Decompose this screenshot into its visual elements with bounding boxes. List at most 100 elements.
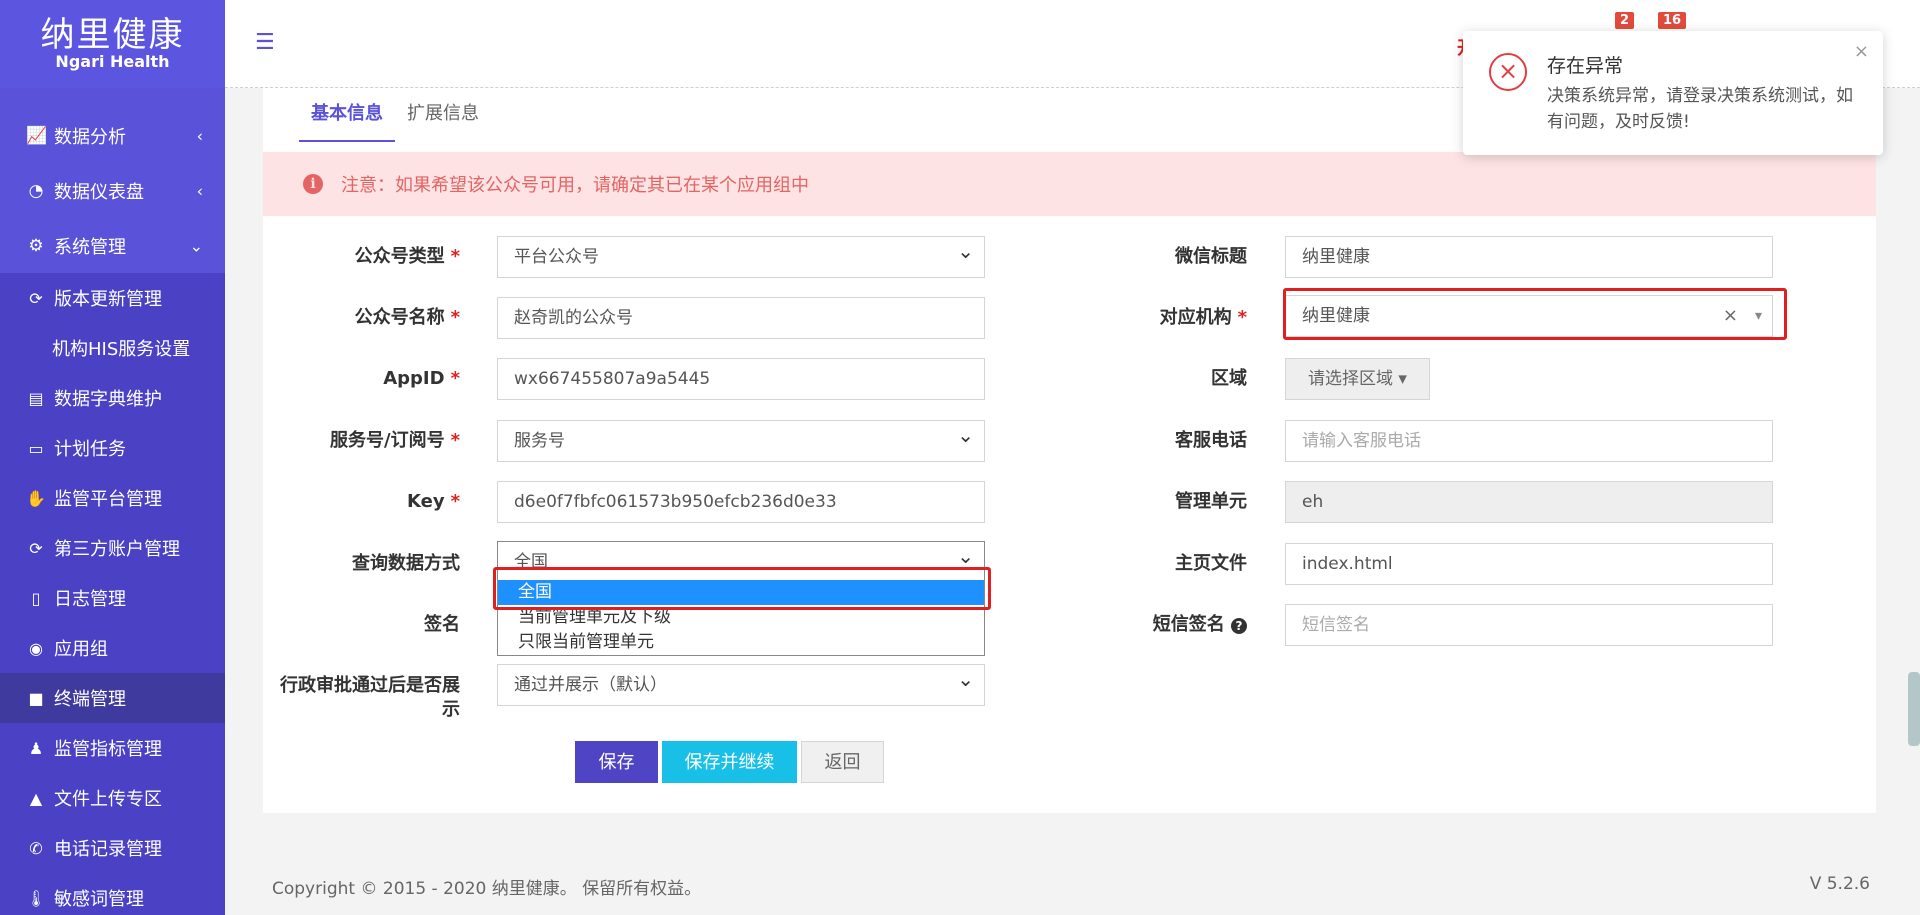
account-name-input[interactable]: 赵奇凯的公众号	[497, 297, 985, 339]
tab-basic-info[interactable]: 基本信息	[299, 102, 395, 142]
sidebar-item-data-dictionary[interactable]: ▤ 数据字典维护	[0, 373, 225, 423]
sidebar-item-label: 文件上传专区	[54, 789, 162, 810]
sidebar-item-label: 日志管理	[54, 589, 126, 610]
notification-badge[interactable]: 2	[1615, 12, 1635, 29]
approval-display-select[interactable]: 通过并展示（默认）	[497, 659, 985, 706]
toast-title: 存在异常	[1547, 55, 1624, 77]
sidebar-item-log-management[interactable]: ▯ 日志管理	[0, 573, 225, 623]
field-label: 公众号类型 *	[354, 246, 460, 267]
caret-down-icon: ▾	[1754, 308, 1762, 324]
sidebar-item-regulatory-platform[interactable]: ✋ 监管平台管理	[0, 473, 225, 523]
save-and-continue-button[interactable]: 保存并继续	[662, 741, 797, 783]
brand-name-cn: 纳里健康	[40, 15, 185, 55]
field-label: 服务号/订阅号 *	[330, 430, 460, 451]
alert-banner: i 注意：如果希望该公众号可用，请确定其已在某个应用组中	[263, 152, 1876, 216]
sidebar-item-label: 机构HIS服务设置	[52, 339, 191, 360]
sidebar-item-app-group[interactable]: ◉ 应用组	[0, 623, 225, 673]
alert-text: 注意：如果希望该公众号可用，请确定其已在某个应用组中	[341, 175, 809, 196]
menu-toggle-icon[interactable]: ☰	[255, 30, 275, 55]
organization-select[interactable]: 纳里健康 × ▾	[1285, 295, 1773, 337]
phone-icon: ✆	[29, 838, 43, 858]
brand-name-en: Ngari Health	[55, 52, 170, 71]
management-unit-input: eh	[1285, 481, 1773, 523]
dropdown-option[interactable]: 当前管理单元及下级	[498, 605, 984, 630]
field-label: 查询数据方式	[352, 553, 460, 574]
wechat-title-input[interactable]: 纳里健康	[1285, 236, 1773, 278]
sms-signature-input[interactable]: 短信签名	[1285, 604, 1773, 646]
sidebar-item-label: 数据字典维护	[54, 389, 162, 410]
sidebar-item-label: 终端管理	[54, 689, 126, 710]
sidebar-submenu: ⟳ 版本更新管理 机构HIS服务设置 ▤ 数据字典维护 ▭ 计划任务 ✋ 监管平…	[0, 273, 225, 915]
field-label: 主页文件	[1175, 553, 1247, 574]
refresh-icon: ⟳	[29, 288, 43, 308]
sidebar-item-label: 版本更新管理	[54, 289, 162, 310]
area-chart-icon: 📈	[26, 125, 48, 146]
sidebar-item-file-upload[interactable]: ▲ 文件上传专区	[0, 773, 225, 823]
service-type-select[interactable]: 服务号	[497, 415, 985, 462]
field-label: 短信签名 ?	[1050, 604, 1247, 646]
sidebar-item-sensitive-words[interactable]: 🌡 敏感词管理	[0, 873, 225, 915]
field-label: 对应机构 *	[1159, 307, 1247, 328]
region-select-button[interactable]: 请选择区域 ▾	[1285, 358, 1430, 400]
sidebar-item-regulatory-metrics[interactable]: ♟ 监管指标管理	[0, 723, 225, 773]
info-icon: i	[303, 174, 323, 194]
chevron-down-icon: ⌄	[189, 236, 203, 255]
clear-icon[interactable]: ×	[1723, 296, 1738, 336]
sidebar: 纳里健康 Ngari Health 📈 数据分析 ‹ ◔ 数据仪表盘 ‹ ⚙ 系…	[0, 0, 225, 915]
sidebar-item-dashboard[interactable]: ◔ 数据仪表盘 ‹	[0, 163, 225, 218]
sidebar-item-system-management[interactable]: ⚙ 系统管理 ⌄	[0, 218, 225, 273]
sidebar-item-label: 系统管理	[54, 236, 126, 258]
service-phone-input[interactable]: 请输入客服电话	[1285, 420, 1773, 462]
sidebar-item-phone-records[interactable]: ✆ 电话记录管理	[0, 823, 225, 873]
location-icon: ◉	[29, 638, 43, 658]
help-icon[interactable]: ?	[1231, 618, 1247, 634]
sidebar-item-label: 监管平台管理	[54, 489, 162, 510]
sidebar-item-label: 电话记录管理	[54, 839, 162, 860]
dropdown-option[interactable]: 只限当前管理单元	[498, 630, 984, 655]
file-icon: ▯	[31, 588, 41, 608]
query-mode-select[interactable]: 全国	[497, 536, 985, 583]
sidebar-item-label: 计划任务	[54, 439, 126, 460]
field-label: AppID *	[383, 368, 460, 389]
sidebar-item-label: 应用组	[54, 639, 108, 660]
chevron-left-icon: ‹	[196, 181, 203, 200]
appid-input[interactable]: wx667455807a9a5445	[497, 358, 985, 400]
save-button[interactable]: 保存	[575, 741, 658, 783]
sidebar-item-terminal-management[interactable]: ■ 终端管理	[0, 673, 225, 723]
field-label: 行政审批通过后是否展示	[280, 675, 460, 720]
field-label: 管理单元	[1175, 491, 1247, 512]
homepage-file-input[interactable]: index.html	[1285, 543, 1773, 585]
sidebar-item-label: 数据仪表盘	[54, 181, 144, 203]
sidebar-item-version-update[interactable]: ⟳ 版本更新管理	[0, 273, 225, 323]
field-label: 客服电话	[1175, 430, 1247, 451]
sidebar-item-data-analysis[interactable]: 📈 数据分析 ‹	[0, 108, 225, 163]
sidebar-item-label: 第三方账户管理	[54, 539, 180, 560]
sidebar-item-label: 监管指标管理	[54, 739, 162, 760]
square-icon: ■	[28, 688, 44, 708]
account-type-select[interactable]: 平台公众号	[497, 231, 985, 278]
sidebar-item-scheduled-tasks[interactable]: ▭ 计划任务	[0, 423, 225, 473]
sidebar-item-label: 敏感词管理	[54, 889, 144, 910]
back-button[interactable]: 返回	[801, 741, 884, 783]
monitor-icon: ▭	[28, 438, 44, 458]
sidebar-item-his-service[interactable]: 机构HIS服务设置	[0, 323, 225, 373]
error-icon: ×	[1489, 53, 1527, 91]
gear-icon: ⚙	[28, 235, 44, 256]
key-input[interactable]: d6e0f7fbfc061573b950efcb236d0e33	[497, 481, 985, 523]
refresh-icon: ⟳	[29, 538, 43, 558]
sidebar-item-third-party-accounts[interactable]: ⟳ 第三方账户管理	[0, 523, 225, 573]
message-badge[interactable]: 16	[1658, 12, 1687, 29]
organization-value: 纳里健康	[1302, 306, 1370, 326]
close-icon[interactable]: ×	[1854, 41, 1869, 62]
version-text: V 5.2.6	[1809, 874, 1870, 894]
dashboard-icon: ◔	[28, 180, 44, 201]
brand-logo[interactable]: 纳里健康 Ngari Health	[0, 0, 225, 88]
tab-extended-info[interactable]: 扩展信息	[395, 102, 491, 142]
book-icon: ▤	[28, 388, 44, 408]
field-label: 微信标题	[1175, 246, 1247, 267]
chevron-left-icon: ‹	[196, 126, 203, 145]
scrollbar[interactable]	[1908, 672, 1920, 746]
thermometer-icon: 🌡	[26, 888, 47, 908]
dropdown-option[interactable]: 全国	[498, 580, 984, 605]
copyright-text: Copyright © 2015 - 2020 纳里健康。 保留所有权益。	[272, 879, 702, 899]
